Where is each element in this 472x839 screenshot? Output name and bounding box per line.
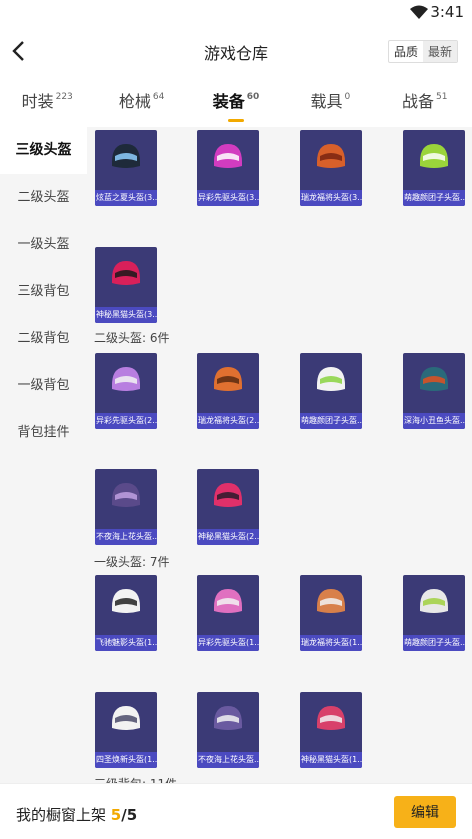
item-card[interactable]: 异彩先驱头盔(1...	[197, 575, 259, 651]
item-card[interactable]: 异彩先驱头盔(2...	[95, 353, 157, 429]
wifi-icon	[410, 5, 428, 19]
item-card[interactable]: 飞驰魅影头盔(1...	[95, 575, 157, 651]
showcase-text: 我的橱窗上架	[16, 806, 107, 824]
item-grid: 二级头盔: 6件 一级头盔: 7件 三级背包: 11件 炫蓝之夏头盔(3... 异…	[87, 127, 472, 783]
status-bar: 3:41	[0, 0, 472, 26]
sidebar-item-level1-helmet[interactable]: 一级头盔	[0, 221, 87, 268]
showcase-count-total: /5	[121, 806, 138, 824]
helmet-icon	[317, 706, 345, 730]
item-name: 神秘黑猫头盔(3...	[95, 307, 157, 323]
tab-guns[interactable]: 枪械 64	[94, 88, 188, 124]
item-card[interactable]: 萌趣颜团子头盔...	[403, 575, 465, 651]
showcase-label: 我的橱窗上架 5/5	[16, 804, 137, 825]
sidebar-item-level2-backpack[interactable]: 二级背包	[0, 315, 87, 362]
sidebar-item-level3-helmet[interactable]: 三级头盔	[0, 127, 87, 174]
helmet-icon	[214, 144, 242, 168]
item-card[interactable]: 炫蓝之夏头盔(3...	[95, 130, 157, 206]
item-name: 异彩先驱头盔(3...	[197, 190, 259, 206]
item-name: 瑞龙福将头盔(1...	[300, 635, 362, 651]
tab-equipment[interactable]: 装备 60	[189, 88, 283, 124]
sort-latest-button[interactable]: 最新	[422, 41, 457, 62]
sidebar-item-level1-backpack[interactable]: 一级背包	[0, 362, 87, 409]
item-card[interactable]: 深海小丑鱼头盔...	[403, 353, 465, 429]
item-card[interactable]: 萌趣颜团子头盔...	[403, 130, 465, 206]
item-card[interactable]: 不夜海上花头盔...	[95, 469, 157, 545]
tab-label: 装备	[212, 92, 245, 111]
tab-label: 载具	[310, 92, 343, 111]
sidebar-item-level3-backpack[interactable]: 三级背包	[0, 268, 87, 315]
sort-toggle: 品质 最新	[387, 40, 458, 63]
helmet-icon	[214, 367, 242, 391]
helmet-icon	[317, 144, 345, 168]
item-name: 飞驰魅影头盔(1...	[95, 635, 157, 651]
item-card[interactable]: 瑞龙福将头盔(1...	[300, 575, 362, 651]
tab-vehicles[interactable]: 载具 0	[283, 88, 377, 124]
item-name: 神秘黑猫头盔(1...	[300, 752, 362, 768]
helmet-icon	[317, 367, 345, 391]
section-header: 三级背包: 11件	[94, 775, 177, 783]
helmet-icon	[112, 589, 140, 613]
sidebar: 三级头盔 二级头盔 一级头盔 三级背包 二级背包 一级背包 背包挂件	[0, 127, 87, 783]
item-name: 不夜海上花头盔...	[95, 529, 157, 545]
tab-supplies[interactable]: 战备 51	[378, 88, 472, 124]
tab-count: 223	[55, 92, 73, 102]
item-name: 异彩先驱头盔(2...	[95, 413, 157, 429]
sidebar-item-level2-helmet[interactable]: 二级头盔	[0, 174, 87, 221]
item-name: 瑞龙福将头盔(3...	[300, 190, 362, 206]
tab-fashion[interactable]: 时装 223	[0, 88, 94, 124]
helmet-icon	[214, 483, 242, 507]
tab-count: 0	[344, 92, 351, 102]
helmet-icon	[420, 589, 448, 613]
tab-count: 51	[436, 92, 448, 102]
helmet-icon	[317, 589, 345, 613]
helmet-icon	[112, 261, 140, 285]
item-card[interactable]: 异彩先驱头盔(3...	[197, 130, 259, 206]
helmet-icon	[420, 367, 448, 391]
showcase-bar: 我的橱窗上架 5/5 编辑	[0, 783, 472, 839]
item-name: 四圣焕新头盔(1...	[95, 752, 157, 768]
helmet-icon	[420, 144, 448, 168]
clock: 3:41	[430, 3, 464, 21]
showcase-count-current: 5	[110, 806, 122, 824]
item-name: 萌趣颜团子头盔...	[403, 190, 465, 206]
item-card[interactable]: 四圣焕新头盔(1...	[95, 692, 157, 768]
section-header: 二级头盔: 6件	[94, 331, 170, 345]
helmet-icon	[112, 144, 140, 168]
helmet-icon	[214, 589, 242, 613]
edit-button[interactable]: 编辑	[394, 796, 456, 828]
tab-label: 战备	[402, 92, 435, 111]
helmet-icon	[112, 706, 140, 730]
helmet-icon	[112, 483, 140, 507]
item-name: 神秘黑猫头盔(2...	[197, 529, 259, 545]
item-name: 炫蓝之夏头盔(3...	[95, 190, 157, 206]
item-card[interactable]: 不夜海上花头盔...	[197, 692, 259, 768]
tab-label: 枪械	[118, 92, 151, 111]
item-name: 不夜海上花头盔...	[197, 752, 259, 768]
item-card[interactable]: 瑞龙福将头盔(2...	[197, 353, 259, 429]
section-header: 一级头盔: 7件	[94, 555, 170, 569]
item-card[interactable]: 神秘黑猫头盔(3...	[95, 247, 157, 323]
item-name: 异彩先驱头盔(1...	[197, 635, 259, 651]
item-card[interactable]: 萌趣颜团子头盔...	[300, 353, 362, 429]
tab-label: 时装	[21, 92, 54, 111]
item-name: 瑞龙福将头盔(2...	[197, 413, 259, 429]
tab-count: 60	[246, 92, 260, 102]
sort-quality-button[interactable]: 品质	[389, 41, 423, 62]
category-tabs: 时装 223 枪械 64 装备 60 载具 0 战备 51	[0, 88, 472, 124]
sidebar-item-backpack-pendant[interactable]: 背包挂件	[0, 409, 87, 456]
item-name: 萌趣颜团子头盔...	[300, 413, 362, 429]
item-card[interactable]: 神秘黑猫头盔(1...	[300, 692, 362, 768]
showcase-count: 5/5	[111, 806, 137, 824]
header: 游戏仓库 品质 最新	[0, 26, 472, 76]
item-card[interactable]: 神秘黑猫头盔(2...	[197, 469, 259, 545]
item-name: 萌趣颜团子头盔...	[403, 635, 465, 651]
tab-count: 64	[152, 92, 165, 102]
item-name: 深海小丑鱼头盔...	[403, 413, 465, 429]
helmet-icon	[112, 367, 140, 391]
item-card[interactable]: 瑞龙福将头盔(3...	[300, 130, 362, 206]
helmet-icon	[214, 706, 242, 730]
